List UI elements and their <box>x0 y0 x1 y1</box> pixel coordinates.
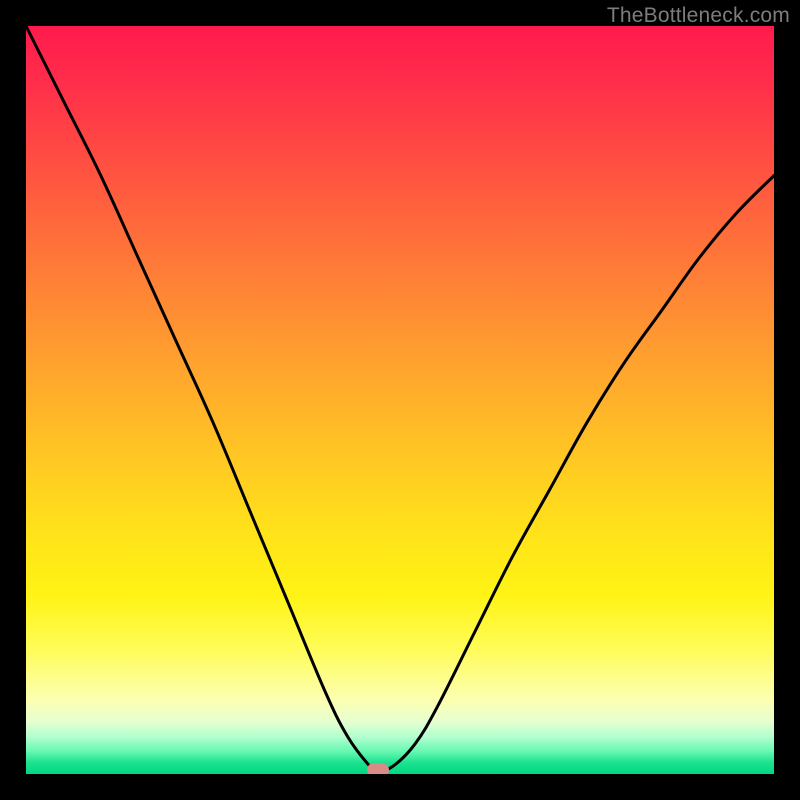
plot-area <box>26 26 774 774</box>
watermark-text: TheBottleneck.com <box>607 4 790 28</box>
chart-frame: TheBottleneck.com <box>0 0 800 800</box>
minimum-marker <box>367 763 389 774</box>
bottleneck-curve <box>26 26 774 774</box>
